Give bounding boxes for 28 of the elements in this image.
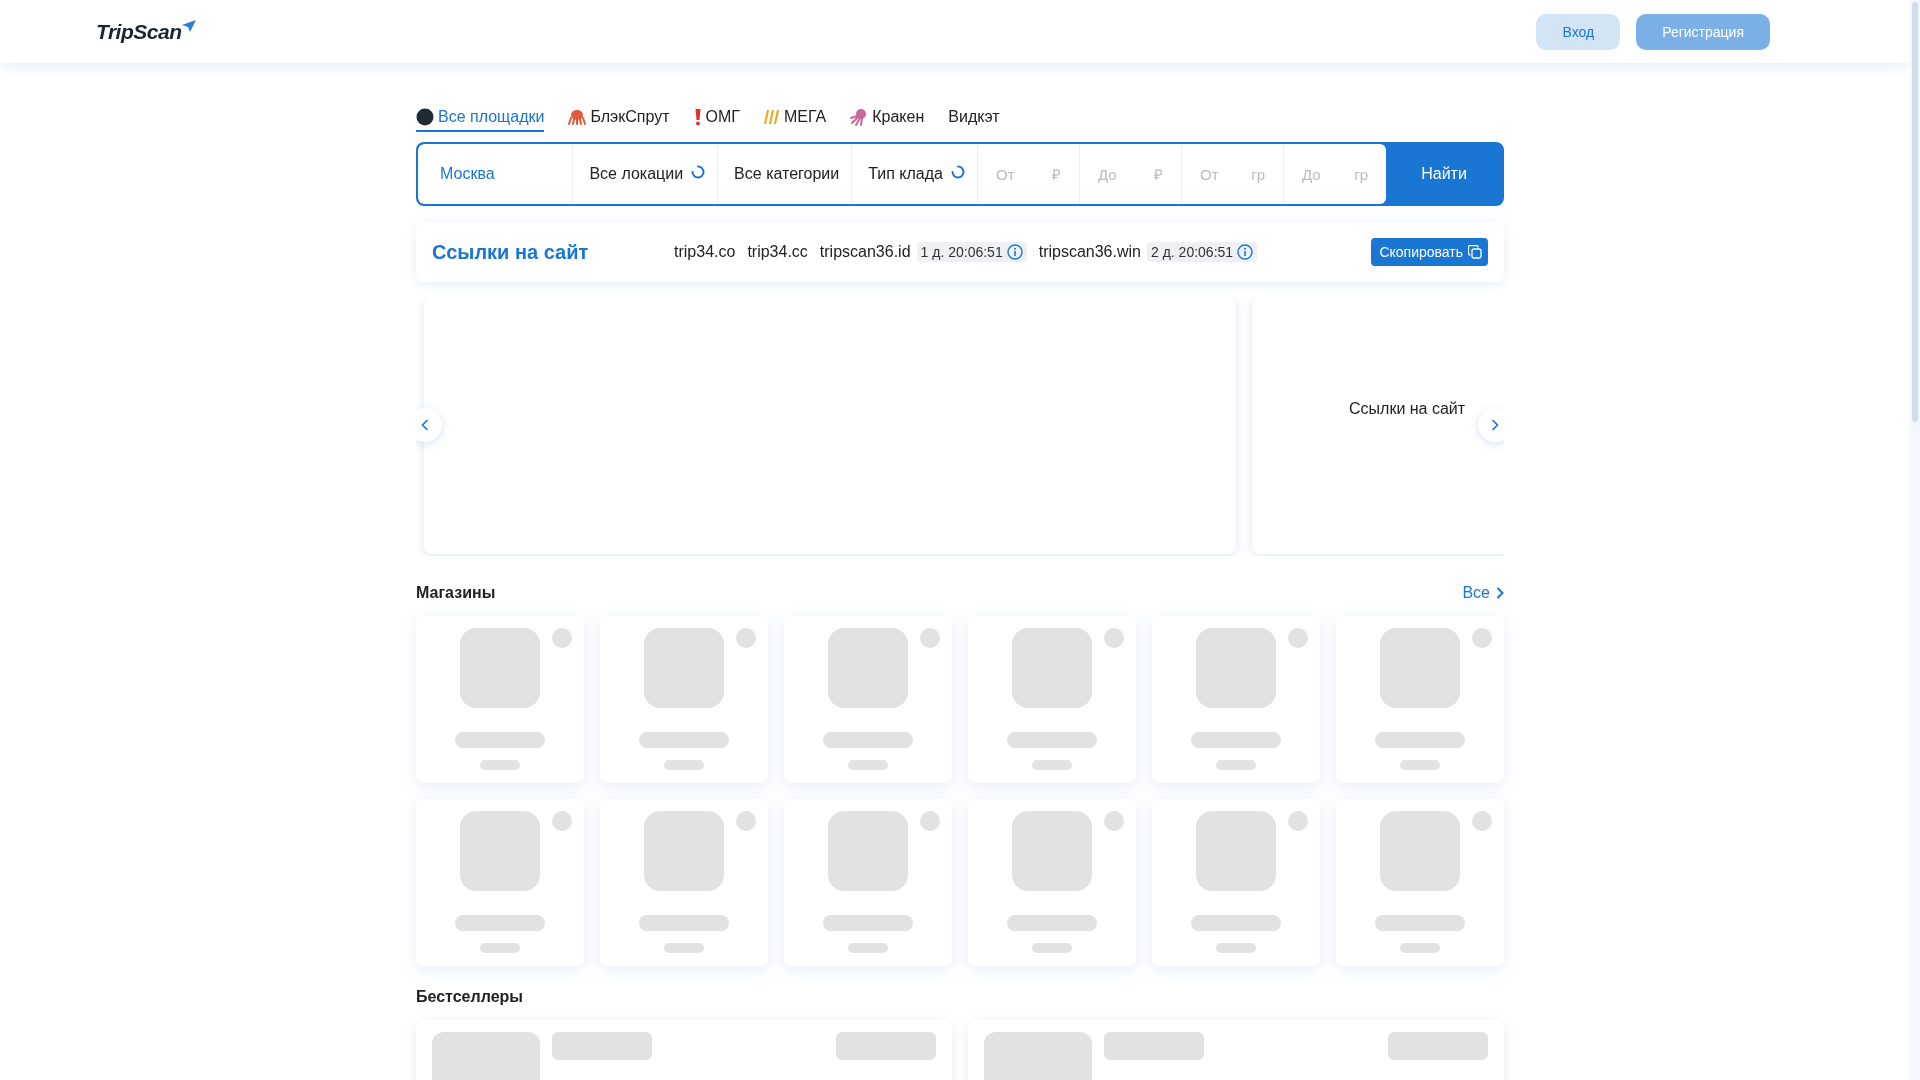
platform-tab[interactable]: ОМГ <box>693 108 740 132</box>
domain-link[interactable]: tripscan36.id <box>819 243 911 261</box>
section-title: Магазины <box>416 584 496 602</box>
slide-caption: Ссылки на сайт <box>1349 400 1466 418</box>
domain-link[interactable]: tripscan36.win <box>1038 243 1141 261</box>
timer-text: 1 д. 20:06:51 <box>920 244 1003 260</box>
all-link[interactable]: Все <box>1462 584 1504 602</box>
placeholder-text: До <box>1302 165 1321 183</box>
placeholder-text: От <box>1200 165 1219 183</box>
platform-tab[interactable]: МЕГА <box>763 108 827 132</box>
placeholder-text: До <box>1098 165 1117 183</box>
platform-tab[interactable]: Кракен <box>850 108 925 132</box>
domain-link[interactable]: trip34.co <box>674 243 736 261</box>
logo-text[interactable]: TripScan <box>96 19 182 44</box>
placeholder-text: От <box>996 165 1015 183</box>
links-title: Ссылки на сайт <box>432 240 590 264</box>
domain-link[interactable]: trip34.cc <box>747 243 808 261</box>
platform-tab[interactable]: Видкэт <box>948 108 1000 132</box>
login-button[interactable]: Вход <box>1536 13 1621 50</box>
section-title: Бестселлеры <box>416 988 523 1006</box>
platform-tab[interactable]: Все площадки <box>416 108 545 132</box>
unit-label: ₽ <box>1154 165 1163 184</box>
timer-text: 2 д. 20:06:51 <box>1150 244 1234 260</box>
unit-label: гр <box>1251 165 1265 183</box>
platform-tab[interactable]: БлэкСпрут <box>568 108 670 132</box>
unit-label: гр <box>1354 165 1368 183</box>
unit-label: ₽ <box>1052 165 1061 184</box>
copy-button[interactable]: Скопировать <box>1371 238 1488 266</box>
